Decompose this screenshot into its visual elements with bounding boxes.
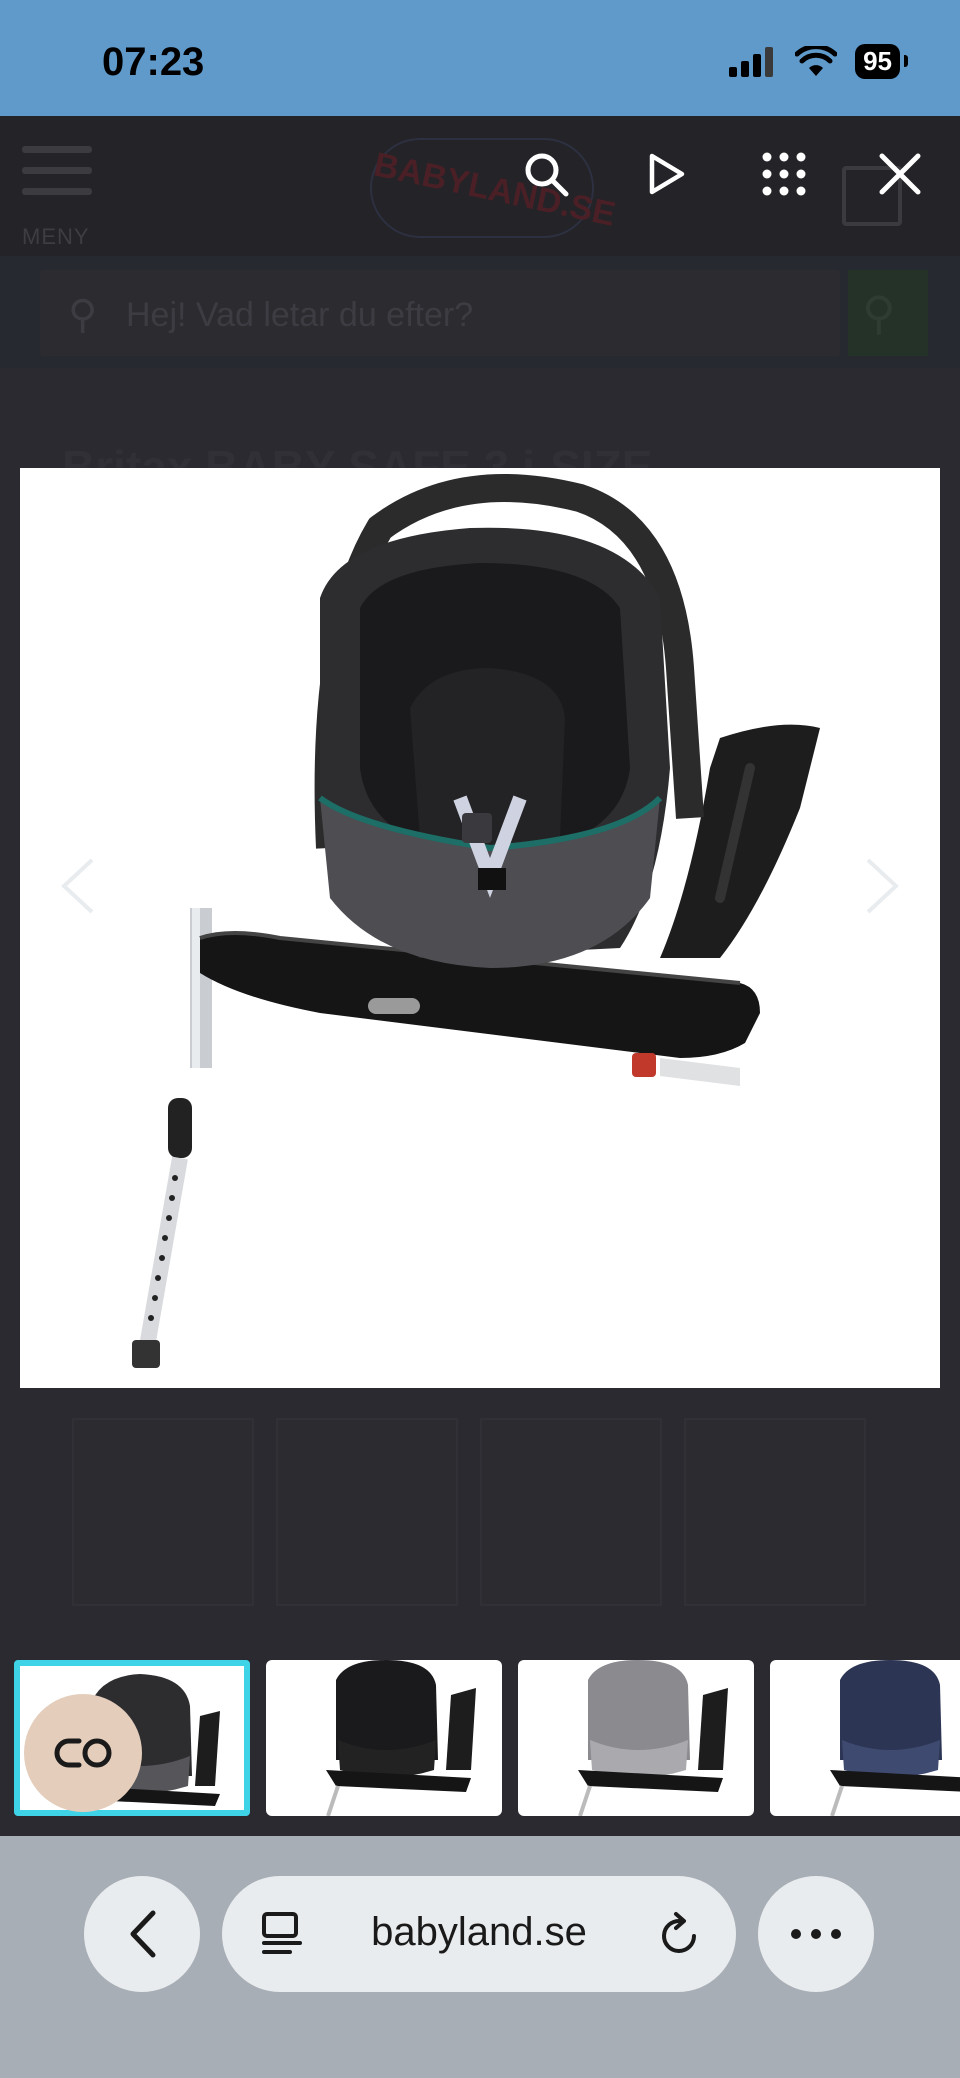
next-image-arrow[interactable] bbox=[862, 856, 902, 916]
search-icon[interactable] bbox=[516, 144, 576, 204]
cellular-signal-icon bbox=[729, 46, 774, 77]
site-header: MENY BABYLAND.SE bbox=[0, 116, 960, 256]
status-time: 07:23 bbox=[102, 40, 205, 84]
thumbnail-light-grey[interactable] bbox=[518, 1660, 754, 1816]
search-placeholder: Hej! Vad letar du efter? bbox=[126, 296, 474, 334]
address-bar[interactable]: babyland.se bbox=[222, 1876, 736, 1992]
more-options-button[interactable] bbox=[758, 1876, 874, 1992]
previous-image-arrow[interactable] bbox=[58, 856, 98, 916]
search-button-icon: ⚲ bbox=[862, 287, 896, 339]
wifi-icon bbox=[795, 45, 838, 76]
page-thumbnail bbox=[276, 1418, 458, 1606]
close-icon[interactable] bbox=[870, 144, 930, 204]
magnifier-icon: ⚲ bbox=[68, 293, 98, 337]
site-search-bar: ⚲ Hej! Vad letar du efter? ⚲ bbox=[0, 256, 960, 368]
status-bar: 07:23 95 bbox=[0, 0, 960, 116]
reload-icon[interactable] bbox=[658, 1910, 702, 1958]
play-icon[interactable] bbox=[636, 144, 696, 204]
thumbnail-navy[interactable] bbox=[770, 1660, 960, 1816]
hamburger-menu-icon bbox=[22, 146, 92, 209]
back-button[interactable] bbox=[84, 1876, 200, 1992]
grid-icon[interactable] bbox=[754, 144, 814, 204]
chevron-left-icon bbox=[130, 1910, 156, 1958]
page-thumbnails-dimmed bbox=[72, 1418, 892, 1606]
site-search-field: ⚲ Hej! Vad letar du efter? bbox=[40, 270, 840, 356]
page-thumbnail bbox=[72, 1418, 254, 1606]
thumbnail-image bbox=[578, 1660, 728, 1816]
product-image-main[interactable] bbox=[20, 468, 940, 1388]
thumbnail-image bbox=[326, 1660, 476, 1816]
browser-toolbar: babyland.se bbox=[0, 1836, 960, 2078]
ellipsis-icon bbox=[791, 1929, 841, 1939]
site-search-button: ⚲ bbox=[848, 270, 928, 356]
thumbnail-image bbox=[830, 1660, 960, 1816]
link-icon bbox=[54, 1738, 112, 1768]
status-icons: 95 bbox=[729, 44, 908, 79]
viewer-thumbnail-strip bbox=[14, 1660, 960, 1816]
page-thumbnail bbox=[480, 1418, 662, 1606]
page-thumbnail bbox=[684, 1418, 866, 1606]
link-lens-button[interactable] bbox=[24, 1694, 142, 1812]
thumbnail-black[interactable] bbox=[266, 1660, 502, 1816]
car-seat-illustration bbox=[132, 474, 820, 1368]
battery-indicator: 95 bbox=[855, 44, 908, 79]
menu-label: MENY bbox=[22, 224, 90, 249]
